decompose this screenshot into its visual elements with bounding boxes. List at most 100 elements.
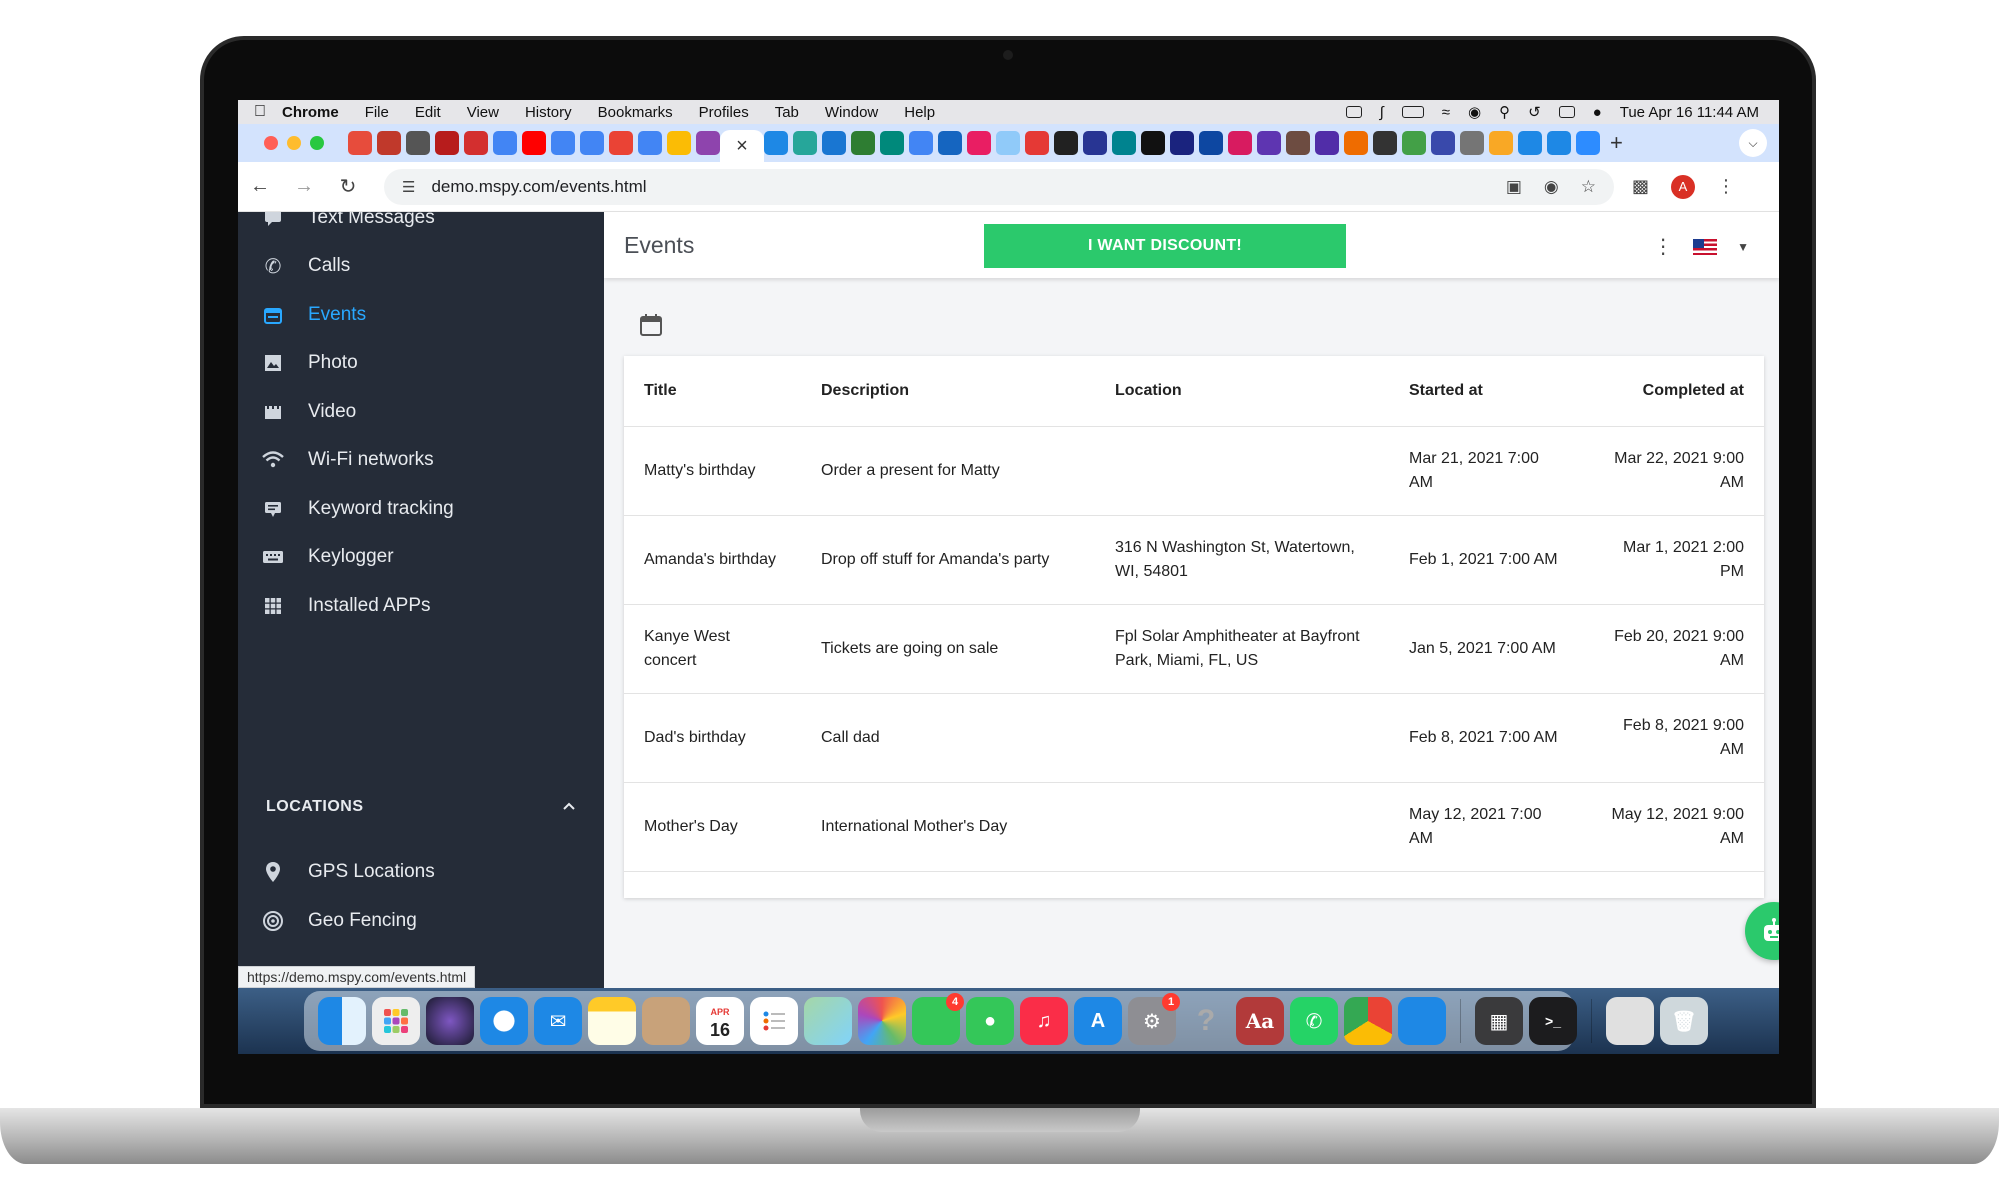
tab-favicon-icon[interactable] [1547, 131, 1571, 155]
table-row[interactable]: Dad's birthday Call dad Feb 8, 2021 7:00… [624, 693, 1764, 783]
sidebar-item-keyword-tracking[interactable]: Keyword tracking [238, 489, 604, 529]
sidebar-item-keylogger[interactable]: Keylogger [238, 537, 604, 577]
calendar-app-icon[interactable]: APR 16 [696, 997, 744, 1045]
menu-app-name[interactable]: Chrome [282, 104, 339, 121]
tab-favicon-icon[interactable] [996, 131, 1020, 155]
tab-favicon-icon[interactable] [938, 131, 962, 155]
downloads-folder-icon[interactable] [1606, 997, 1654, 1045]
tab-favicon-icon[interactable] [1315, 131, 1339, 155]
chevron-up-icon[interactable] [562, 798, 576, 816]
table-row[interactable]: Kanye West concert Tickets are going on … [624, 604, 1764, 694]
apple-icon[interactable]:  [238, 103, 282, 121]
tab-favicon-icon[interactable] [667, 131, 691, 155]
locations-section-header[interactable]: LOCATIONS [266, 798, 576, 816]
tab-favicon-icon[interactable] [1199, 131, 1223, 155]
photos-icon[interactable] [858, 997, 906, 1045]
trash-icon[interactable]: 🗑 [1660, 997, 1708, 1045]
tab-favicon-icon[interactable] [522, 131, 546, 155]
minimize-window-icon[interactable] [287, 136, 301, 150]
tab-favicon-icon[interactable] [1402, 131, 1426, 155]
whatsapp-icon[interactable]: ✆ [1290, 997, 1338, 1045]
tab-favicon-icon[interactable] [1228, 131, 1252, 155]
sidebar-item-gps-locations[interactable]: GPS Locations [238, 852, 604, 892]
sidebar-item-installed-apps[interactable]: Installed APPs [238, 586, 604, 626]
tab-favicon-icon[interactable] [1373, 131, 1397, 155]
chatbot-button[interactable] [1745, 902, 1779, 960]
menu-view[interactable]: View [467, 104, 499, 121]
tab-favicon-icon[interactable] [377, 131, 401, 155]
tab-favicon-icon[interactable] [580, 131, 604, 155]
tab-favicon-icon[interactable] [1460, 131, 1484, 155]
facetime-icon[interactable]: 4 [912, 993, 964, 1045]
sidebar-item-calls[interactable]: ✆ Calls [238, 246, 604, 286]
tab-favicon-icon[interactable] [435, 131, 459, 155]
reminders-icon[interactable] [750, 997, 798, 1045]
launchpad-icon[interactable] [372, 997, 420, 1045]
help-question-icon[interactable]: ? [1182, 997, 1230, 1045]
sidebar-item-geo-fencing[interactable]: Geo Fencing [238, 901, 604, 941]
address-bar[interactable]: ☰ demo.mspy.com/events.html ▣ ◉ ☆ [384, 168, 1614, 205]
tab-favicon-icon[interactable] [696, 131, 720, 155]
tab-favicon-icon[interactable] [1083, 131, 1107, 155]
tab-favicon-icon[interactable] [493, 131, 517, 155]
tab-favicon-icon[interactable] [348, 131, 372, 155]
menu-tab[interactable]: Tab [775, 104, 799, 121]
us-flag-icon[interactable] [1693, 238, 1718, 255]
calculator-icon[interactable]: ▦ [1475, 997, 1523, 1045]
close-window-icon[interactable] [264, 136, 278, 150]
tab-favicon-icon[interactable] [1170, 131, 1194, 155]
finder-icon[interactable] [318, 997, 366, 1045]
browser-menu-icon[interactable]: ⋮ [1717, 176, 1735, 197]
notes-icon[interactable] [588, 997, 636, 1045]
sidebar-item-video[interactable]: Video [238, 392, 604, 432]
tab-favicon-icon[interactable] [1141, 131, 1165, 155]
new-tab-icon[interactable]: + [1610, 130, 1623, 156]
column-header-started-at[interactable]: Started at [1389, 356, 1579, 427]
music-icon[interactable]: ♫ [1020, 997, 1068, 1045]
extensions-puzzle-icon[interactable]: ▩ [1632, 176, 1649, 197]
chevron-down-icon[interactable]: ⌵ [1739, 129, 1767, 157]
sidebar-item-events[interactable]: Events [238, 295, 604, 335]
tab-favicon-icon[interactable] [1025, 131, 1049, 155]
tab-favicon-icon[interactable] [909, 131, 933, 155]
tab-favicon-icon[interactable] [1431, 131, 1455, 155]
forward-arrow-icon[interactable]: → [282, 175, 326, 198]
sidebar-item-text-messages[interactable]: Text Messages [238, 212, 604, 238]
tab-favicon-icon[interactable] [406, 131, 430, 155]
table-row[interactable]: Mother's Day International Mother's Day … [624, 782, 1764, 872]
terminal-icon[interactable]: >_ [1529, 997, 1577, 1045]
table-row[interactable]: Matty's birthday Order a present for Mat… [624, 426, 1764, 516]
maps-icon[interactable] [804, 997, 852, 1045]
tab-favicon-icon[interactable] [1112, 131, 1136, 155]
zoom-window-icon[interactable] [310, 136, 324, 150]
tab-favicon-icon[interactable] [609, 131, 633, 155]
address-url[interactable]: demo.mspy.com/events.html [431, 177, 646, 197]
caret-down-icon[interactable]: ▼ [1737, 240, 1749, 254]
tab-favicon-icon[interactable] [638, 131, 662, 155]
control-center-icon[interactable] [1558, 106, 1575, 118]
monitoring-app-icon[interactable] [1398, 997, 1446, 1045]
bluetooth-icon[interactable]: ∫ [1380, 104, 1384, 121]
more-vertical-icon[interactable]: ⋮ [1653, 234, 1673, 259]
spotlight-icon[interactable]: ⚲ [1499, 103, 1510, 121]
column-header-completed-at[interactable]: Completed at [1579, 356, 1764, 427]
tab-favicon-icon[interactable] [1054, 131, 1078, 155]
tab-favicon-icon[interactable] [793, 131, 817, 155]
tab-favicon-icon[interactable] [967, 131, 991, 155]
install-app-icon[interactable]: ▣ [1506, 177, 1522, 197]
eye-off-icon[interactable]: ◉ [1544, 177, 1559, 197]
messages-icon[interactable]: ● [966, 997, 1014, 1045]
menubar-clock[interactable]: Tue Apr 16 11:44 AM [1620, 104, 1759, 121]
reload-icon[interactable]: ↻ [326, 174, 370, 199]
column-header-title[interactable]: Title [624, 356, 801, 427]
menu-profiles[interactable]: Profiles [699, 104, 749, 121]
tab-favicon-icon[interactable] [1286, 131, 1310, 155]
tab-favicon-icon[interactable] [880, 131, 904, 155]
tab-favicon-icon[interactable] [1489, 131, 1513, 155]
sidebar-item-photo[interactable]: Photo [238, 343, 604, 383]
siri-status-icon[interactable]: ● [1593, 104, 1602, 121]
contacts-icon[interactable] [642, 997, 690, 1045]
tab-favicon-icon[interactable] [1344, 131, 1368, 155]
wifi-status-icon[interactable]: ≈ [1442, 104, 1450, 121]
safari-icon[interactable] [480, 997, 528, 1045]
